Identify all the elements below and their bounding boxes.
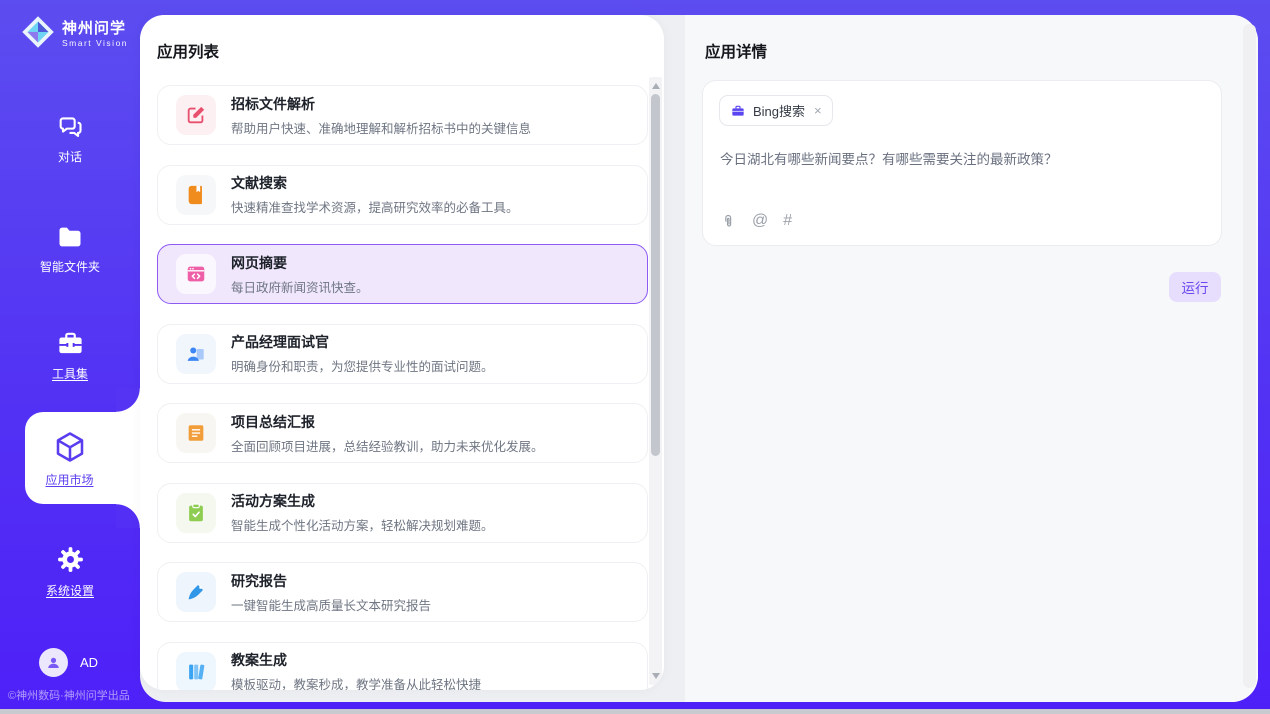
app-card[interactable]: 教案生成 模板驱动，教案秒成，教学准备从此轻松快捷 [157,642,648,691]
sidebar-item-toolset[interactable]: 工具集 [2,329,138,382]
tab-curve-bottom [116,504,140,528]
tool-chip-bing-search[interactable]: Bing搜索 × [719,95,833,126]
sidebar-item-label: 工具集 [52,365,88,382]
interviewer-icon [176,334,216,374]
app-card[interactable]: 文献搜索 快速精准查找学术资源，提高研究效率的必备工具。 [157,165,648,225]
app-card[interactable]: 产品经理面试官 明确身份和职责，为您提供专业性的面试问题。 [157,324,648,384]
sidebar-item-app-market[interactable]: 应用市场 [25,412,140,504]
book-icon [176,175,216,215]
app-card-description: 每日政府新闻资讯快查。 [231,277,369,296]
hash-icon[interactable]: # [783,212,792,230]
sidebar-item-label: 智能文件夹 [40,258,100,275]
clipboard-check-icon [176,493,216,533]
scrollbar-thumb[interactable] [651,94,660,456]
app-card-title: 产品经理面试官 [231,332,494,352]
app-card-title: 研究报告 [231,571,431,591]
edit-doc-icon [176,95,216,135]
app-card-title: 网页摘要 [231,253,369,273]
sidebar-item-label: 应用市场 [45,471,93,488]
page-scrollbar-track[interactable] [1243,24,1256,688]
app-card-description: 模板驱动，教案秒成，教学准备从此轻松快捷 [231,674,481,690]
gear-icon [55,544,86,575]
app-card-description: 智能生成个性化活动方案，轻松解决规划难题。 [231,515,494,534]
sidebar-item-smart-folder[interactable]: 智能文件夹 [2,223,138,275]
app-card[interactable]: 活动方案生成 智能生成个性化活动方案，轻松解决规划难题。 [157,483,648,543]
sidebar-item-label: 系统设置 [46,582,94,599]
sidebar-item-chat[interactable]: 对话 [2,113,138,165]
person-icon [45,654,62,671]
tool-chip-label: Bing搜索 [753,101,805,120]
sidebar-item-label: 对话 [58,148,82,165]
cube-icon [52,429,88,465]
app-card[interactable]: 研究报告 一键智能生成高质量长文本研究报告 [157,562,648,622]
app-card-title: 招标文件解析 [231,94,531,114]
mention-icon[interactable]: @ [752,212,768,230]
report-note-icon [176,413,216,453]
run-button[interactable]: 运行 [1169,272,1221,302]
app-card-title: 项目总结汇报 [231,412,544,432]
app-card-description: 明确身份和职责，为您提供专业性的面试问题。 [231,356,494,375]
tab-curve-top [116,388,140,412]
window-bottom-edge [0,709,1270,714]
app-list: 招标文件解析 帮助用户快速、准确地理解和解析招标书中的关键信息 文献搜索 快速精… [157,85,648,690]
app-card-description: 全面回顾项目进展，总结经验教训，助力未来优化发展。 [231,436,544,455]
app-list-title: 应用列表 [157,40,219,62]
user-name: AD [80,655,98,670]
briefcase-icon [730,103,746,119]
diamond-logo-icon [20,14,56,50]
app-window: 神州问学 Smart Vision 对话 智能文件夹 工具集 应用市场 系统设置 [0,0,1270,714]
toolbox-icon [56,329,85,358]
brand-subtitle: Smart Vision [62,38,128,48]
sidebar: 神州问学 Smart Vision 对话 智能文件夹 工具集 应用市场 系统设置 [0,0,140,714]
prompt-input[interactable]: 今日湖北有哪些新闻要点？有哪些需要关注的最新政策？ [720,150,1200,170]
app-card-title: 活动方案生成 [231,491,494,511]
chat-icon [56,113,84,141]
scroll-down-icon[interactable] [649,669,662,683]
app-card-description: 一键智能生成高质量长文本研究报告 [231,595,431,614]
copyright-footer: ©神州数码·神州问学出品 [8,687,138,703]
app-card-title: 教案生成 [231,650,481,670]
sidebar-item-settings[interactable]: 系统设置 [2,544,138,599]
avatar [39,648,68,677]
app-detail-title: 应用详情 [705,40,767,62]
app-list-panel: 应用列表 招标文件解析 帮助用户快速、准确地理解和解析招标书中的关键信息 文献搜… [140,15,664,690]
pen-icon [176,572,216,612]
app-card-title: 文献搜索 [231,173,519,193]
scroll-up-icon[interactable] [649,79,662,93]
brand-logo: 神州问学 Smart Vision [20,14,128,50]
app-card-description: 帮助用户快速、准确地理解和解析招标书中的关键信息 [231,118,531,137]
browser-code-icon [176,254,216,294]
app-card[interactable]: 网页摘要 每日政府新闻资讯快查。 [157,244,648,304]
app-list-scrollbar[interactable] [649,77,662,685]
app-card[interactable]: 招标文件解析 帮助用户快速、准确地理解和解析招标书中的关键信息 [157,85,648,145]
prompt-card: Bing搜索 × 今日湖北有哪些新闻要点？有哪些需要关注的最新政策？ @ # [702,80,1222,246]
chip-close-icon[interactable]: × [814,103,822,118]
input-toolbar: @ # [720,212,792,230]
app-detail-content: 应用详情 Bing搜索 × 今日湖北有哪些新闻要点？有哪些需要关注的最新政策？ … [685,15,1242,702]
app-card[interactable]: 项目总结汇报 全面回顾项目进展，总结经验教训，助力未来优化发展。 [157,403,648,463]
brand-name: 神州问学 [62,17,128,38]
books-icon [176,652,216,691]
user-account[interactable]: AD [39,648,98,677]
folder-icon [56,223,84,251]
attachment-icon[interactable] [720,213,737,230]
app-card-description: 快速精准查找学术资源，提高研究效率的必备工具。 [231,197,519,216]
